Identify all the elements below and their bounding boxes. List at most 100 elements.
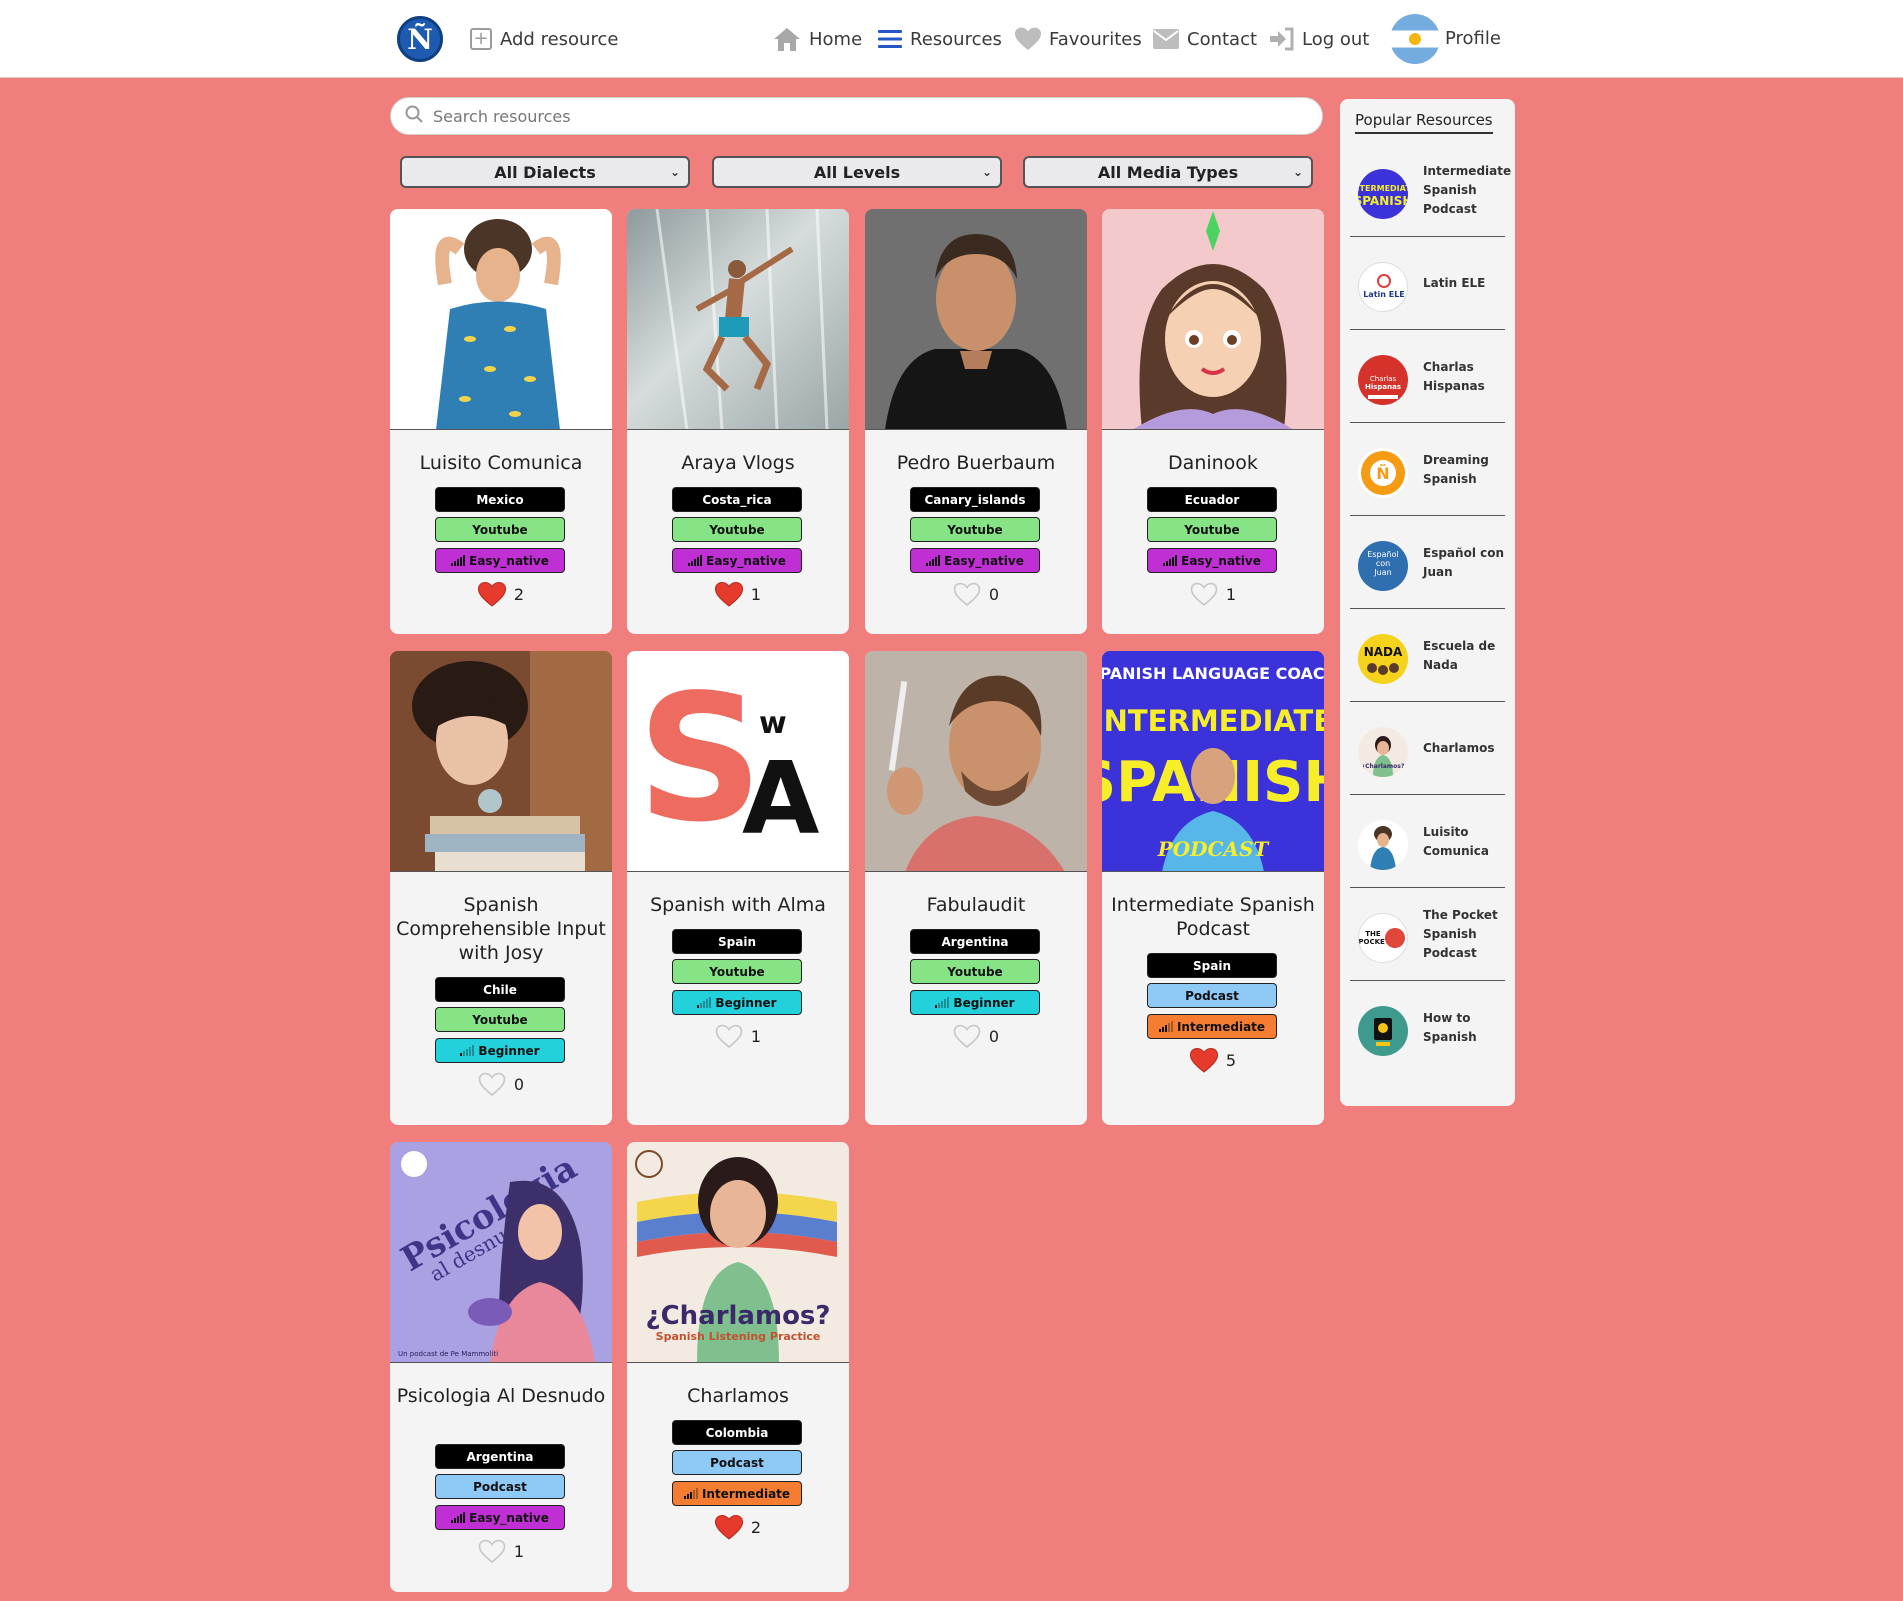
- popular-item[interactable]: THE POCKET The Pocket Spanish Podcast: [1350, 888, 1505, 981]
- like-count: 2: [750, 1518, 762, 1537]
- resource-thumbnail[interactable]: [627, 209, 849, 430]
- resource-thumbnail[interactable]: [390, 651, 612, 872]
- nav-home[interactable]: Home: [773, 24, 862, 54]
- nav-profile[interactable]: Profile: [1445, 23, 1501, 53]
- heart-icon[interactable]: [478, 1072, 506, 1097]
- resource-thumbnail[interactable]: [1102, 209, 1324, 430]
- popular-item[interactable]: Latin ELE Latin ELE: [1350, 237, 1505, 330]
- resource-thumbnail[interactable]: Psicologia al desnudo Un podcast de Pe M…: [390, 1142, 612, 1363]
- popular-item[interactable]: ¿Charlamos? Charlamos: [1350, 702, 1505, 795]
- site-logo[interactable]: Ñ: [397, 16, 443, 62]
- svg-text:SPANISH: SPANISH: [1358, 194, 1408, 208]
- profile-avatar[interactable]: [1390, 14, 1440, 64]
- resource-title: Spanish Comprehensible Input with Josy: [396, 894, 606, 964]
- dialect-tag: Canary_islands: [910, 487, 1040, 512]
- svg-text:Español: Español: [1367, 550, 1398, 559]
- heart-icon[interactable]: [714, 1515, 743, 1540]
- level-tag: Beginner: [910, 990, 1040, 1015]
- popular-item[interactable]: Charlas Hispanas Charlas Hispanas: [1350, 330, 1505, 423]
- resource-card[interactable]: Spanish Comprehensible Input with Josy C…: [390, 651, 612, 1125]
- logout-icon: [1268, 27, 1294, 51]
- resource-card[interactable]: Psicologia al desnudo Un podcast de Pe M…: [390, 1142, 612, 1592]
- heart-icon[interactable]: [953, 1024, 981, 1049]
- nav-logout[interactable]: Log out: [1268, 24, 1369, 54]
- nav-resources[interactable]: Resources: [878, 24, 1002, 54]
- nav-resources-label: Resources: [910, 28, 1002, 50]
- media-tag: Podcast: [672, 1450, 802, 1475]
- nav-logout-label: Log out: [1302, 28, 1370, 50]
- media-tag: Youtube: [435, 517, 565, 542]
- level-tag-label: Beginner: [953, 995, 1015, 1010]
- popular-item[interactable]: INTERMEDIATESPANISH Intermediate Spanish…: [1350, 144, 1511, 237]
- popular-item-label: Español con Juan: [1423, 545, 1505, 579]
- resource-thumbnail[interactable]: SPANISH LANGUAGE COACH INTERMEDIATE SPAN…: [1102, 651, 1324, 872]
- top-navbar: Ñ + Add resource Home Resources Favourit…: [0, 0, 1903, 78]
- resource-card[interactable]: Daninook Ecuador Youtube Easy_native 1: [1102, 209, 1324, 634]
- heart-icon[interactable]: [478, 1539, 506, 1564]
- resource-thumbnail[interactable]: [865, 651, 1087, 872]
- media-tag: Youtube: [672, 517, 802, 542]
- level-tag: Beginner: [435, 1038, 565, 1063]
- resource-card[interactable]: Luisito Comunica Mexico Youtube Easy_nat…: [390, 209, 612, 634]
- like-counter: 0: [865, 1024, 1087, 1049]
- nav-favourites[interactable]: Favourites: [1015, 24, 1142, 54]
- popular-thumbnail: Charlas Hispanas: [1358, 355, 1408, 405]
- signal-bars-icon: [451, 1512, 466, 1523]
- level-tag: Beginner: [672, 990, 802, 1015]
- popular-item-label: How to Spanish: [1423, 1010, 1477, 1044]
- signal-bars-icon: [926, 555, 941, 566]
- popular-item[interactable]: How to Spanish: [1350, 981, 1505, 1074]
- search-bar[interactable]: [390, 97, 1323, 135]
- add-resource-link[interactable]: + Add resource: [470, 24, 618, 54]
- heart-icon[interactable]: [714, 582, 743, 607]
- resource-thumbnail[interactable]: S w A: [627, 651, 849, 872]
- heart-icon[interactable]: [1190, 582, 1218, 607]
- like-counter: 2: [627, 1515, 849, 1540]
- heart-icon[interactable]: [953, 582, 981, 607]
- dialect-filter-select[interactable]: All Dialects ⌄: [400, 156, 690, 188]
- level-tag-label: Easy_native: [706, 553, 786, 568]
- popular-item[interactable]: Luisito Comunica: [1350, 795, 1505, 888]
- heart-icon: [1015, 27, 1041, 51]
- svg-text:Charlas: Charlas: [1370, 375, 1397, 383]
- charla-sub-text: Spanish Listening Practice: [656, 1330, 821, 1343]
- resource-title: Pedro Buerbaum: [896, 452, 1056, 474]
- nav-contact[interactable]: Contact: [1153, 24, 1257, 54]
- signal-bars-icon: [683, 1488, 699, 1499]
- resource-thumbnail[interactable]: [865, 209, 1087, 430]
- svg-text:THE: THE: [1365, 930, 1381, 938]
- heart-icon[interactable]: [1189, 1048, 1218, 1073]
- level-filter-select[interactable]: All Levels ⌄: [712, 156, 1002, 188]
- media-filter-select[interactable]: All Media Types ⌄: [1023, 156, 1313, 188]
- search-input[interactable]: [433, 106, 1293, 126]
- like-counter: 0: [865, 582, 1087, 607]
- popular-thumbnail: Latin ELE: [1358, 262, 1408, 312]
- resource-card[interactable]: SPANISH LANGUAGE COACH INTERMEDIATE SPAN…: [1102, 651, 1324, 1125]
- popular-thumbnail: INTERMEDIATESPANISH: [1358, 169, 1408, 219]
- like-count: 0: [988, 1027, 1000, 1046]
- resource-thumbnail[interactable]: [390, 209, 612, 430]
- svg-text:INTERMEDIATE: INTERMEDIATE: [1358, 184, 1408, 193]
- resource-title: Luisito Comunica: [419, 452, 583, 474]
- hamburger-icon: [878, 28, 902, 50]
- resource-card[interactable]: S w A Spanish with Alma Spain Youtube Be…: [627, 651, 849, 1125]
- popular-item[interactable]: NADA Escuela de Nada: [1350, 609, 1505, 702]
- resource-card[interactable]: ¿Charlamos? Spanish Listening Practice C…: [627, 1142, 849, 1592]
- signal-bars-icon: [1158, 1021, 1174, 1032]
- media-tag: Youtube: [672, 959, 802, 984]
- popular-item[interactable]: Ñ Dreaming Spanish: [1350, 423, 1505, 516]
- resource-card[interactable]: Araya Vlogs Costa_rica Youtube Easy_nati…: [627, 209, 849, 634]
- media-tag: Youtube: [435, 1007, 565, 1032]
- resource-card[interactable]: Pedro Buerbaum Canary_islands Youtube Ea…: [865, 209, 1087, 634]
- resource-card[interactable]: Fabulaudit Argentina Youtube Beginner 0: [865, 651, 1087, 1125]
- dialect-tag: Chile: [435, 977, 565, 1002]
- resource-thumbnail[interactable]: ¿Charlamos? Spanish Listening Practice: [627, 1142, 849, 1363]
- resource-title: Intermediate Spanish Podcast: [1111, 894, 1315, 940]
- heart-icon[interactable]: [477, 582, 506, 607]
- charla-title-text: ¿Charlamos?: [645, 1301, 830, 1331]
- level-tag: Easy_native: [910, 548, 1040, 573]
- heart-icon[interactable]: [715, 1024, 743, 1049]
- dialect-filter-value: All Dialects: [494, 162, 596, 182]
- level-tag: Intermediate: [672, 1481, 802, 1506]
- popular-item[interactable]: Español con Juan Español con Juan: [1350, 516, 1505, 609]
